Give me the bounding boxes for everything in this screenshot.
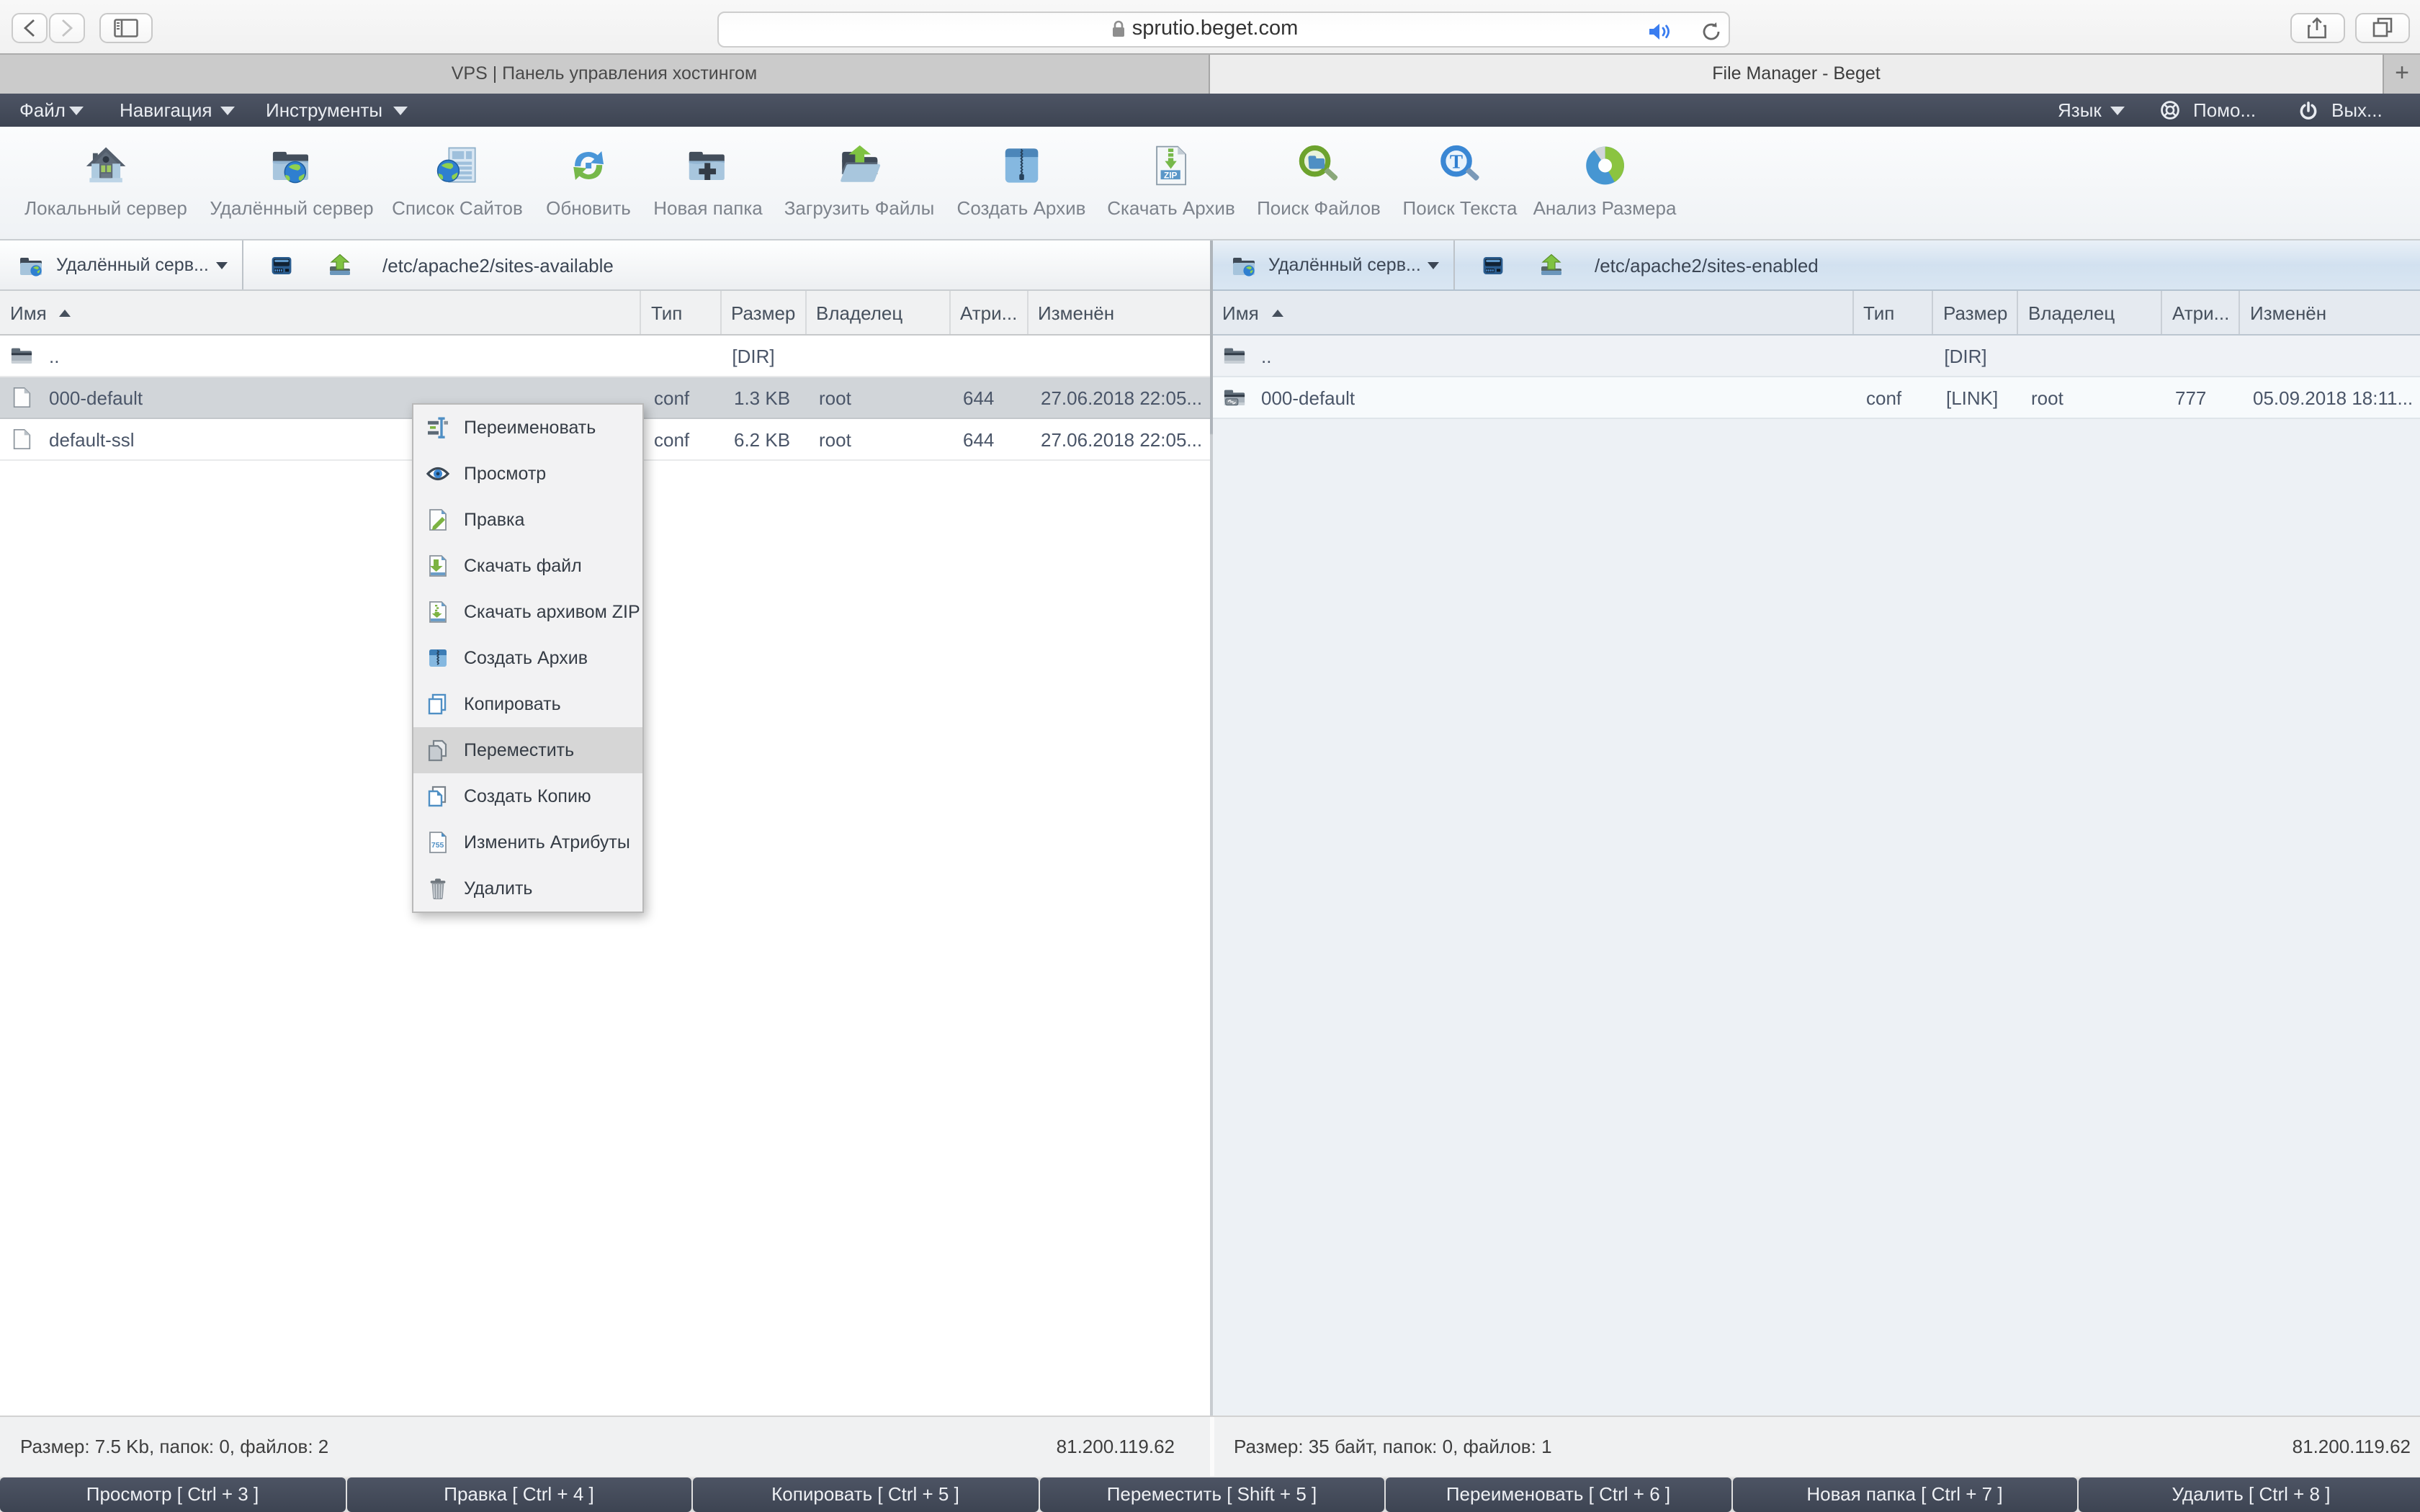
svg-text:T: T [1450, 151, 1463, 173]
svg-text:755: 755 [431, 842, 444, 850]
svg-text:ZIP: ZIP [1165, 170, 1178, 180]
